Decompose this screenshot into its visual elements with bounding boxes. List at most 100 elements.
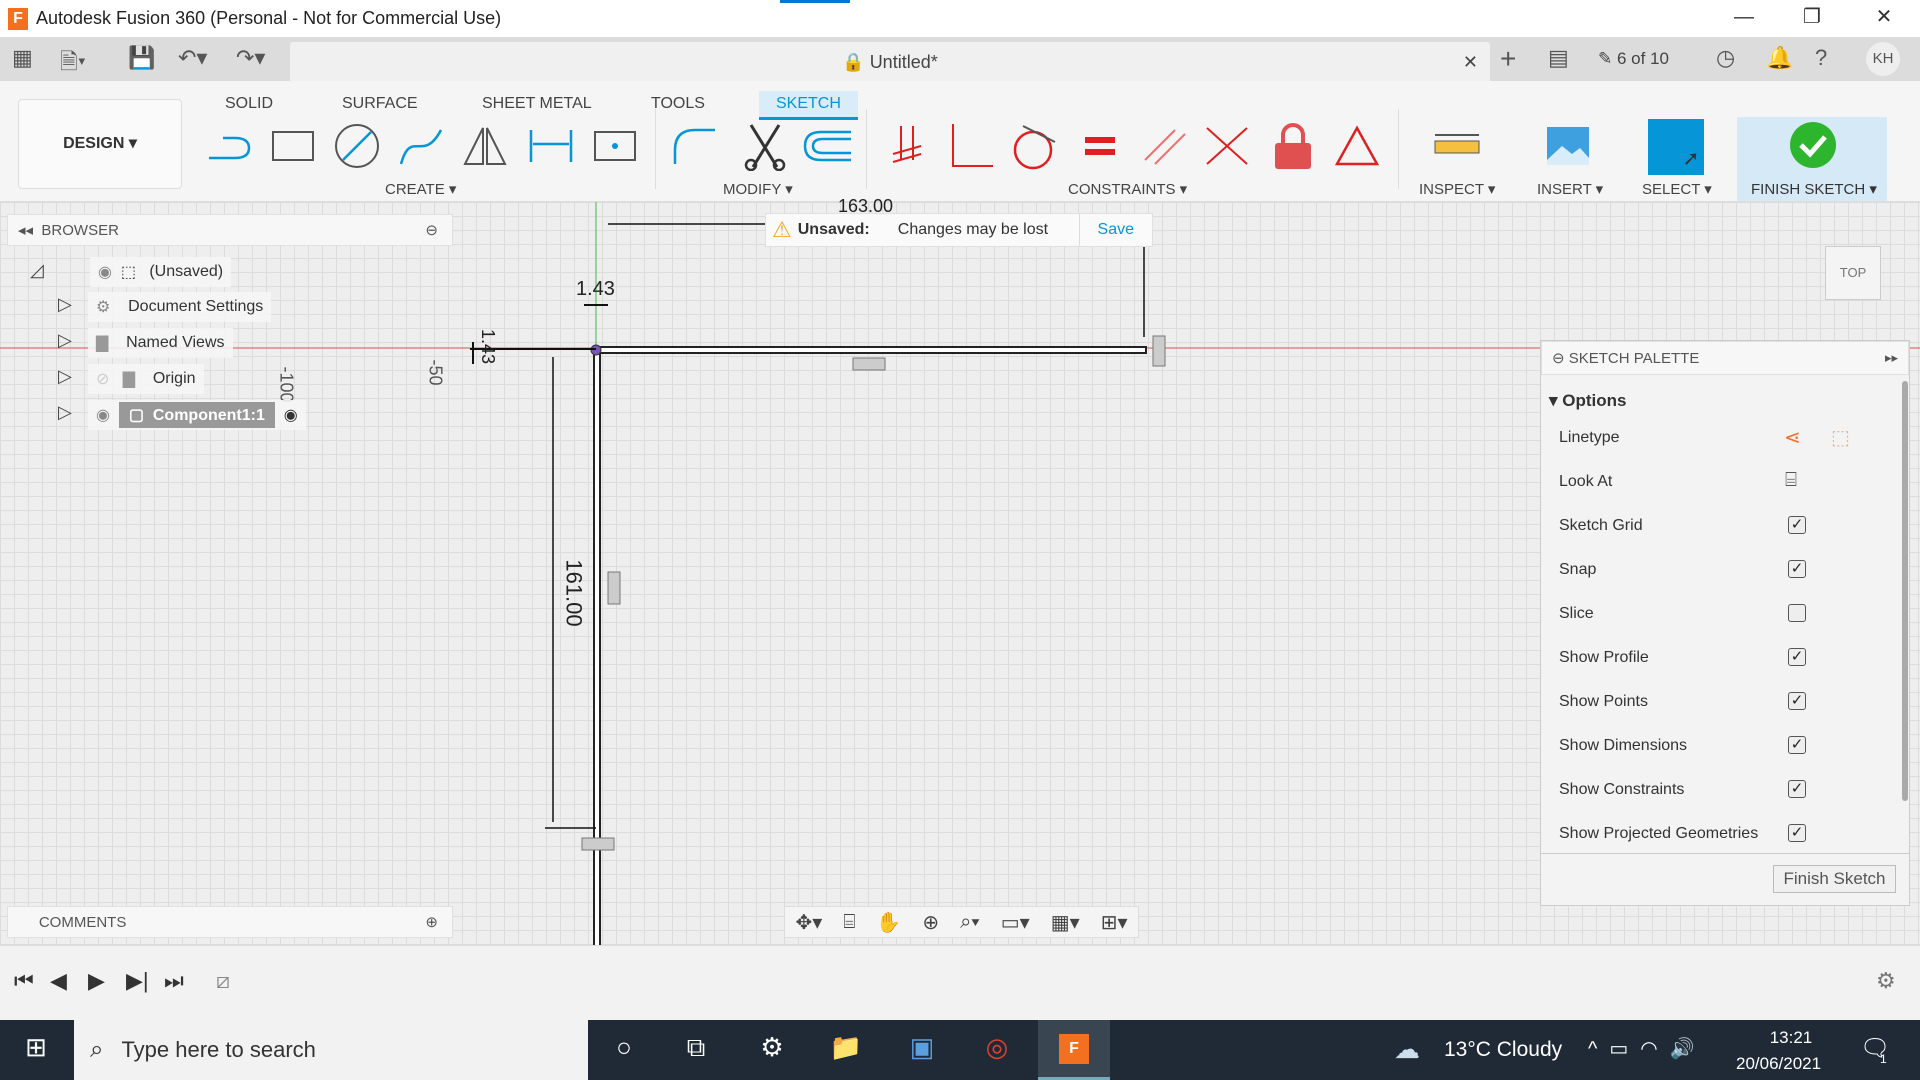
dimension-width-value[interactable]: 1.43 — [576, 278, 615, 301]
step-back-icon[interactable]: ◀ — [50, 968, 67, 994]
spline-tool-icon[interactable] — [394, 119, 448, 173]
select-icon[interactable]: ➚ — [1648, 119, 1704, 175]
inspect-menu[interactable]: INSPECT ▾ — [1419, 180, 1495, 198]
clock-time[interactable]: 13:21 — [1756, 1028, 1826, 1048]
constraints-menu[interactable]: CONSTRAINTS ▾ — [1068, 180, 1187, 198]
snap-checkbox[interactable]: ✓ — [1788, 560, 1806, 578]
user-avatar[interactable]: KH — [1866, 42, 1900, 76]
tab-surface[interactable]: SURFACE — [325, 91, 435, 117]
horizontal-bar-line[interactable] — [595, 346, 1147, 354]
sketch-grid-checkbox[interactable]: ✓ — [1788, 516, 1806, 534]
line-tool-icon[interactable] — [202, 119, 256, 173]
zoom-icon[interactable]: ⊕ — [922, 910, 939, 935]
eye-icon[interactable]: ◉ — [96, 405, 110, 425]
tab-solid[interactable]: SOLID — [208, 91, 290, 117]
horizontal-constraint-glyph[interactable] — [852, 357, 886, 371]
offset-tool-icon[interactable] — [800, 119, 854, 173]
save-icon[interactable]: 💾 — [128, 45, 155, 71]
data-panel-icon[interactable]: ▤ — [1548, 45, 1569, 71]
rectangle-tool-icon[interactable] — [266, 119, 320, 173]
insert-menu[interactable]: INSERT ▾ — [1537, 180, 1603, 198]
expand-triangle-icon[interactable]: ▷ — [58, 402, 72, 423]
activate-radio-icon[interactable]: ◉ — [284, 405, 298, 425]
task-view-icon[interactable]: ⧉ — [676, 1032, 716, 1068]
collapse-icon[interactable]: ⊖ — [1552, 349, 1565, 367]
measure-icon[interactable] — [1430, 119, 1484, 173]
mirror-tool-icon[interactable] — [458, 119, 512, 173]
document-tab[interactable]: 🔒 Untitled* ✕ — [290, 42, 1490, 82]
cortana-icon[interactable]: ○ — [604, 1032, 644, 1068]
new-tab-icon[interactable]: + — [1500, 43, 1516, 75]
browser-item-root[interactable]: ◉ ⬚ (Unsaved) — [90, 257, 232, 287]
workspace-dropdown[interactable]: DESIGN ▾ — [18, 99, 182, 189]
show-constraints-checkbox[interactable]: ✓ — [1788, 780, 1806, 798]
tab-sketch[interactable]: SKETCH — [759, 91, 858, 120]
dimension-height-value[interactable]: 161.00 — [561, 559, 587, 626]
close-button[interactable]: ✕ — [1856, 0, 1912, 37]
look-at-icon[interactable]: ⌸ — [843, 911, 855, 934]
browser-item-component[interactable]: ◉ ▢ Component1:1 ◉ — [88, 400, 306, 430]
collapse-triangle-icon[interactable]: ◿ — [30, 260, 44, 281]
job-status[interactable]: ✎ 6 of 10 — [1598, 49, 1669, 69]
dimension-thickness-value[interactable]: 1.43 — [477, 329, 498, 364]
clock-date[interactable]: 20/06/2021 — [1736, 1054, 1821, 1074]
trim-tool-icon[interactable] — [738, 119, 792, 173]
go-to-end-icon[interactable]: ⏭ — [164, 968, 184, 994]
sketch-timeline-item-icon[interactable]: ⧄ — [216, 968, 230, 994]
display-settings-icon[interactable]: ▭▾ — [1001, 910, 1030, 935]
undo-icon[interactable]: ↶▾ — [178, 45, 207, 71]
equal-constraint-icon[interactable] — [1074, 119, 1128, 173]
vertical-bar-line[interactable] — [593, 346, 601, 945]
weather-text[interactable]: 13°C Cloudy — [1444, 1038, 1562, 1062]
minimize-button[interactable]: — — [1716, 0, 1772, 37]
palette-scrollbar[interactable] — [1902, 381, 1908, 801]
winrar-icon[interactable]: ▣ — [902, 1032, 942, 1068]
perpendicular-constraint-icon[interactable] — [944, 119, 998, 173]
show-dimensions-checkbox[interactable]: ✓ — [1788, 736, 1806, 754]
go-to-start-icon[interactable]: ⏮ — [14, 968, 34, 994]
fix-constraint-icon[interactable] — [1266, 119, 1320, 173]
slice-checkbox[interactable] — [1788, 604, 1806, 622]
tab-sheet-metal[interactable]: SHEET METAL — [465, 91, 609, 117]
expand-icon[interactable]: ▸▸ — [1885, 350, 1898, 366]
help-icon[interactable]: ? — [1815, 45, 1827, 71]
save-link[interactable]: Save — [1078, 214, 1152, 246]
fit-icon[interactable]: ⌕▾ — [960, 911, 980, 934]
expand-triangle-icon[interactable]: ▷ — [58, 294, 72, 315]
dimension-tool-icon[interactable] — [524, 119, 578, 173]
browser-item-origin[interactable]: ⊘ ▇ Origin — [88, 364, 204, 394]
chrome-icon[interactable]: ◎ — [977, 1032, 1017, 1068]
show-profile-checkbox[interactable]: ✓ — [1788, 648, 1806, 666]
browser-item-named-views[interactable]: ▇ Named Views — [88, 328, 233, 358]
taskbar-search[interactable]: ⌕ Type here to search — [74, 1020, 588, 1080]
constraint-glyph[interactable] — [1152, 335, 1166, 367]
tangent-constraint-icon[interactable] — [1006, 119, 1060, 173]
coincident-constraint-icon[interactable] — [880, 119, 934, 173]
palette-header[interactable]: ⊖ SKETCH PALETTE ▸▸ — [1541, 341, 1909, 375]
sketch-canvas[interactable]: 1.43 1.43 161.00 163.00 -50 -100 ◂◂ BROW… — [0, 196, 1920, 945]
clock-icon[interactable]: ◷ — [1716, 45, 1735, 71]
add-comment-icon[interactable]: ⊕ — [425, 913, 438, 931]
centerline-linetype-icon[interactable]: ⬚ — [1831, 425, 1850, 450]
browser-header[interactable]: ◂◂ BROWSER ⊖ — [7, 214, 453, 246]
vertical-constraint-glyph[interactable] — [607, 571, 621, 605]
circle-tool-icon[interactable] — [330, 119, 384, 173]
settings-icon[interactable]: ⚙ — [752, 1032, 792, 1068]
point-tool-icon[interactable] — [588, 119, 642, 173]
grid-settings-icon[interactable]: ▦▾ — [1051, 910, 1080, 935]
comments-header[interactable]: COMMENTS ⊕ — [7, 906, 453, 938]
step-forward-icon[interactable]: ▶| — [126, 968, 149, 994]
bell-icon[interactable]: 🔔 — [1766, 45, 1793, 71]
view-cube[interactable]: TOP — [1825, 246, 1881, 300]
file-menu-icon[interactable]: 🗎▾ — [60, 45, 86, 83]
fillet-tool-icon[interactable] — [668, 119, 722, 173]
viewports-icon[interactable]: ⊞▾ — [1101, 910, 1128, 935]
finish-sketch-palette-button[interactable]: Finish Sketch — [1773, 865, 1896, 893]
expand-triangle-icon[interactable]: ▷ — [58, 366, 72, 387]
parallel-constraint-icon[interactable] — [1138, 119, 1192, 173]
construction-linetype-icon[interactable]: ⋖ — [1784, 425, 1801, 450]
redo-icon[interactable]: ↷▾ — [236, 45, 265, 71]
system-tray-icons[interactable]: ^▭◠🔊 — [1588, 1036, 1707, 1061]
collapse-icon[interactable]: ⊖ — [425, 221, 438, 239]
eye-icon[interactable]: ◉ — [98, 262, 112, 282]
